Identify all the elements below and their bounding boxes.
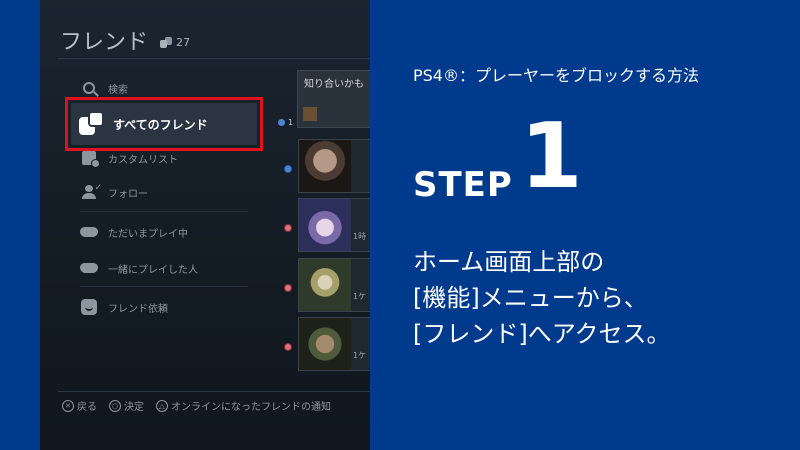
avatar (299, 199, 351, 251)
divider (58, 391, 370, 392)
step-description: ホーム画面上部の [機能]メニューから、 [フレンド]へアクセス。 (413, 244, 671, 352)
triangle-button-icon: △ (156, 399, 168, 412)
circle-button-icon: ○ (109, 399, 121, 412)
divider (58, 58, 370, 59)
hint-back: ✕ 戻る (62, 398, 97, 413)
menu-item-label: フォロー (108, 188, 148, 200)
menu-item-follow[interactable]: ✓ フォロー (80, 178, 148, 206)
hint-label: 戻る (77, 402, 97, 413)
menu-item-label: 一緒にプレイした人 (108, 264, 198, 276)
suggestion-title: 知り合いかも (304, 79, 364, 90)
menu-item-all-friends[interactable]: すべてのフレンド (71, 103, 257, 145)
button-hints: ✕ 戻る ○ 決定 △ オンラインになったフレンドの通知 (62, 398, 331, 413)
divider (80, 211, 248, 212)
friend-tile[interactable]: 1ケ (298, 258, 370, 312)
menu-item-played-together[interactable]: 一緒にプレイした人 (80, 254, 198, 282)
menu-item-label: カスタムリスト (108, 154, 178, 166)
description-line: [フレンド]へアクセス。 (413, 320, 671, 348)
hint-confirm: ○ 決定 (109, 398, 144, 413)
menu-item-friend-requests[interactable]: フレンド依頼 (80, 293, 168, 321)
divider (80, 286, 248, 287)
avatar (299, 259, 351, 311)
hint-label: オンラインになったフレンドの通知 (171, 402, 331, 413)
controller-icon (80, 227, 98, 237)
custom-list-icon (82, 151, 100, 168)
friend-tile[interactable]: 1時 (298, 198, 370, 252)
description-line: [機能]メニューから、 (413, 284, 648, 312)
online-status-icon (284, 165, 292, 173)
friend-count-value: 27 (176, 36, 190, 49)
menu-item-label: すべてのフレンド (113, 117, 208, 132)
hint-label: 決定 (124, 402, 144, 413)
friend-status-text: 1ケ (353, 351, 367, 360)
hint-notify: △ オンラインになったフレンドの通知 (156, 398, 331, 413)
offline-status-icon (284, 284, 292, 292)
friend-tile[interactable]: 1ケ (298, 317, 370, 371)
online-dot-icon (278, 119, 285, 126)
offline-status-icon (284, 343, 292, 351)
friend-tile[interactable] (298, 139, 370, 193)
avatar (299, 140, 351, 192)
avatar (299, 318, 351, 370)
menu-item-label: ただいまプレイ中 (108, 228, 188, 240)
cross-button-icon: ✕ (62, 399, 74, 412)
count-value: 1 (288, 118, 294, 127)
highlight-box: すべてのフレンド (65, 97, 263, 151)
suggestion-tile[interactable]: 知り合いかも (297, 70, 370, 128)
menu-item-label: 検索 (108, 84, 128, 96)
controller-icon (80, 263, 98, 273)
step-label: STEP (413, 165, 513, 205)
friend-count: 27 (160, 36, 190, 49)
page-title: フレンド (60, 30, 149, 55)
panel-subtitle: PS4®：プレーヤーをブロックする方法 (413, 66, 699, 85)
friends-icon (160, 37, 172, 48)
friend-status-text: 1ケ (353, 292, 367, 301)
follow-icon: ✓ (82, 183, 102, 199)
friend-request-icon (81, 299, 97, 315)
ps4-friends-screen: フレンド 27 検索 すべてのフレンド 1 カスタムリスト ✓ フォロー ただい… (40, 0, 370, 450)
menu-item-playing-now[interactable]: ただいまプレイ中 (80, 218, 188, 246)
suggestion-avatar (303, 107, 317, 121)
offline-status-icon (284, 224, 292, 232)
menu-item-label: フレンド依頼 (108, 303, 168, 315)
friend-status-text: 1時 (353, 232, 367, 241)
step-number: 1 (520, 104, 583, 209)
search-icon (83, 82, 95, 94)
menu-item-custom-list[interactable]: カスタムリスト (80, 144, 178, 172)
all-friends-count: 1 (278, 118, 293, 127)
left-blue-strip (0, 0, 40, 450)
description-line: ホーム画面上部の (413, 248, 605, 276)
friends-icon (79, 111, 105, 137)
instruction-panel: PS4®：プレーヤーをブロックする方法 STEP 1 ホーム画面上部の [機能]… (370, 0, 800, 450)
